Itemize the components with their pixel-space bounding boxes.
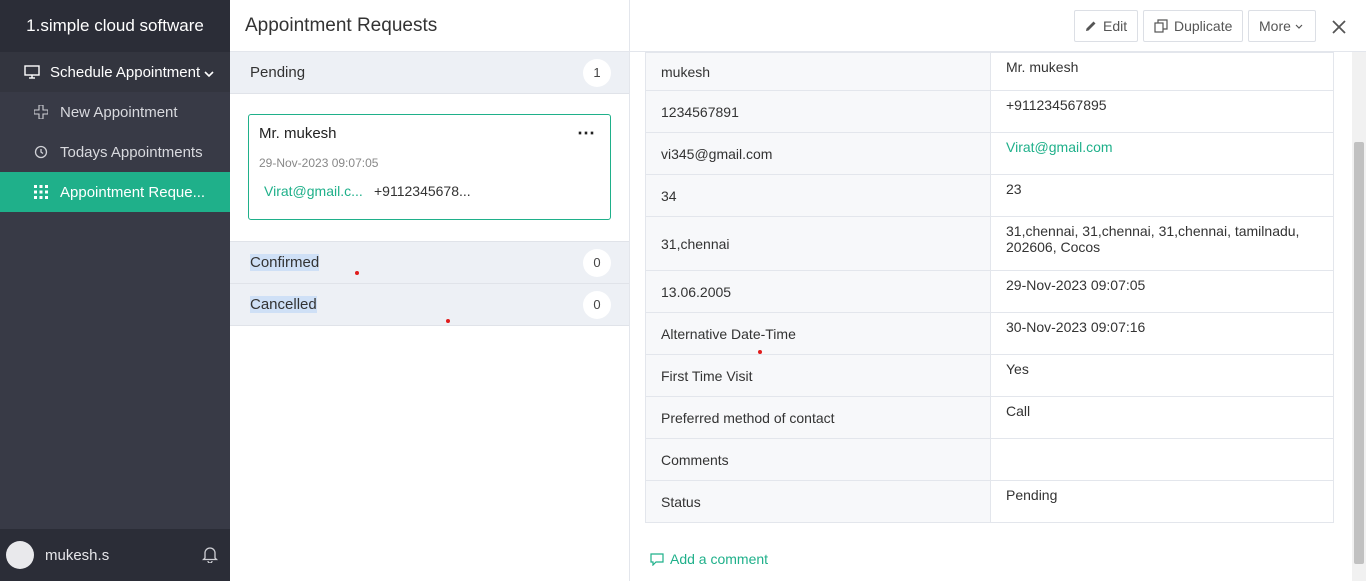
card-phone: +9112345678... bbox=[374, 183, 471, 199]
detail-field-value: Mr. mukesh bbox=[990, 52, 1334, 91]
sidebar-item-todays-appointments[interactable]: Todays Appointments bbox=[0, 132, 230, 172]
detail-field-value: 30-Nov-2023 09:07:16 bbox=[990, 312, 1334, 355]
history-icon bbox=[34, 145, 48, 159]
close-icon[interactable] bbox=[1332, 14, 1346, 40]
group-cancelled[interactable]: Cancelled 0 bbox=[230, 284, 629, 326]
detail-field-label: Preferred method of contact bbox=[645, 396, 991, 439]
group-count: 0 bbox=[583, 290, 611, 319]
detail-field-value: Yes bbox=[990, 354, 1334, 397]
group-label: Pending bbox=[250, 64, 306, 81]
sidebar-item-appointment-requests[interactable]: Appointment Reque... bbox=[0, 172, 230, 212]
detail-field-value bbox=[990, 438, 1334, 481]
detail-row: First Time Visit Yes bbox=[645, 354, 1334, 397]
card-name: Mr. mukesh bbox=[259, 125, 337, 142]
detail-field-label: 34 bbox=[645, 174, 991, 217]
duplicate-icon bbox=[1154, 19, 1168, 33]
page-title: Appointment Requests bbox=[230, 0, 629, 52]
detail-field-value: 29-Nov-2023 09:07:05 bbox=[990, 270, 1334, 313]
sidebar-group-label: Schedule Appointment bbox=[50, 63, 201, 81]
sidebar-item-new-appointment[interactable]: New Appointment bbox=[0, 92, 230, 132]
more-button[interactable]: More bbox=[1248, 10, 1316, 42]
appointment-card[interactable]: Mr. mukesh ⋯ 29-Nov-2023 09:07:05 Virat@… bbox=[248, 114, 611, 220]
detail-field-label: 31,chennai bbox=[645, 216, 991, 271]
detail-scroll-area: mukesh Mr. mukesh 1234567891 +911234567895 v… bbox=[630, 52, 1350, 581]
detail-toolbar: Edit Duplicate More bbox=[630, 0, 1366, 52]
detail-field-value[interactable]: Virat@gmail.com bbox=[990, 132, 1334, 175]
group-confirmed[interactable]: Confirmed 0 bbox=[230, 242, 629, 284]
chevron-down-icon bbox=[204, 64, 214, 81]
bell-icon[interactable] bbox=[201, 546, 219, 568]
pencil-icon bbox=[1085, 20, 1097, 32]
detail-row: mukesh Mr. mukesh bbox=[645, 52, 1334, 91]
edit-button[interactable]: Edit bbox=[1074, 10, 1138, 42]
detail-field-label: 1234567891 bbox=[645, 90, 991, 133]
card-datetime: 29-Nov-2023 09:07:05 bbox=[259, 156, 379, 170]
detail-field-value: 31,chennai, 31,chennai, 31,chennai, tami… bbox=[990, 216, 1334, 271]
details-table: mukesh Mr. mukesh 1234567891 +911234567895 v… bbox=[645, 52, 1334, 523]
user-bar: mukesh.s bbox=[0, 529, 230, 581]
comment-icon bbox=[650, 552, 664, 566]
group-count: 0 bbox=[583, 248, 611, 277]
marker-dot bbox=[355, 271, 359, 275]
detail-row: Comments bbox=[645, 438, 1334, 481]
group-label: Confirmed bbox=[250, 254, 320, 271]
card-email[interactable]: Virat@gmail.c... bbox=[264, 183, 374, 199]
detail-field-value: +911234567895 bbox=[990, 90, 1334, 133]
sidebar-item-label: Appointment Reque... bbox=[60, 183, 206, 201]
detail-field-label: Status bbox=[645, 480, 991, 523]
add-comment-link[interactable]: Add a comment bbox=[650, 551, 768, 567]
detail-field-value: 23 bbox=[990, 174, 1334, 217]
duplicate-button[interactable]: Duplicate bbox=[1143, 10, 1243, 42]
detail-row: 34 23 bbox=[645, 174, 1334, 217]
detail-field-label: First Time Visit bbox=[645, 354, 991, 397]
scroll-thumb[interactable] bbox=[1354, 142, 1364, 564]
detail-field-value: Call bbox=[990, 396, 1334, 439]
detail-row: vi345@gmail.com Virat@gmail.com bbox=[645, 132, 1334, 175]
detail-field-label: Comments bbox=[645, 438, 991, 481]
scrollbar[interactable] bbox=[1352, 52, 1366, 581]
group-count: 1 bbox=[583, 58, 611, 87]
group-pending[interactable]: Pending 1 bbox=[230, 52, 629, 94]
detail-field-label: mukesh bbox=[645, 52, 991, 91]
detail-row: 13.06.2005 29-Nov-2023 09:07:05 bbox=[645, 270, 1334, 313]
add-comment-label: Add a comment bbox=[670, 551, 769, 567]
detail-field-value: Pending bbox=[990, 480, 1334, 523]
more-options-icon[interactable]: ⋯ bbox=[577, 123, 596, 144]
monitor-icon bbox=[24, 65, 40, 79]
user-name: mukesh.s bbox=[45, 546, 110, 564]
detail-row: 1234567891 +911234567895 bbox=[645, 90, 1334, 133]
marker-dot bbox=[758, 350, 762, 354]
detail-row: Preferred method of contact Call bbox=[645, 396, 1334, 439]
more-label: More bbox=[1259, 18, 1291, 34]
detail-row: Alternative Date-Time 30-Nov-2023 09:07:1… bbox=[645, 312, 1334, 355]
sidebar-item-label: Todays Appointments bbox=[60, 143, 203, 161]
requests-panel: Appointment Requests Pending 1 Mr. mukes… bbox=[230, 0, 630, 581]
pending-list: Mr. mukesh ⋯ 29-Nov-2023 09:07:05 Virat@… bbox=[230, 94, 629, 242]
detail-field-label: vi345@gmail.com bbox=[645, 132, 991, 175]
grid-icon bbox=[34, 185, 48, 199]
edit-label: Edit bbox=[1103, 18, 1128, 34]
sidebar-group-schedule-appointment[interactable]: Schedule Appointment bbox=[0, 52, 230, 92]
avatar[interactable] bbox=[6, 541, 34, 569]
marker-dot bbox=[446, 319, 450, 323]
sidebar: 1.simple cloud software Schedule Appoint… bbox=[0, 0, 230, 581]
detail-panel: Edit Duplicate More mukesh Mr. mukesh 1234… bbox=[630, 0, 1366, 581]
detail-field-label: 13.06.2005 bbox=[645, 270, 991, 313]
sidebar-item-label: New Appointment bbox=[60, 103, 178, 121]
group-label: Cancelled bbox=[250, 296, 317, 313]
detail-row: 31,chennai 31,chennai, 31,chennai, 31,che… bbox=[645, 216, 1334, 271]
app-title: 1.simple cloud software bbox=[0, 0, 230, 52]
detail-row: Status Pending bbox=[645, 480, 1334, 523]
detail-field-label: Alternative Date-Time bbox=[645, 312, 991, 355]
duplicate-label: Duplicate bbox=[1174, 18, 1233, 34]
plus-icon bbox=[34, 105, 48, 119]
chevron-down-icon bbox=[1295, 24, 1303, 29]
